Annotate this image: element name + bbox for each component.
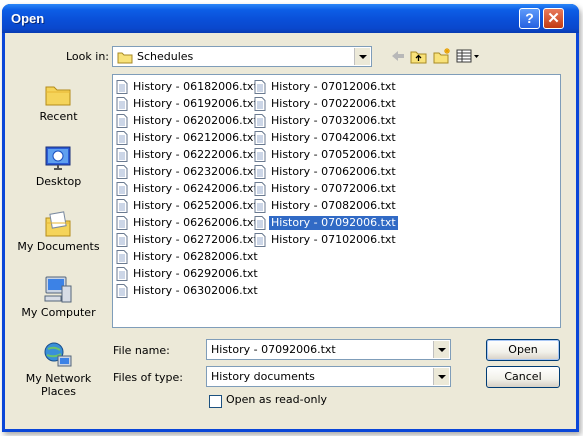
network-places-icon — [44, 342, 72, 367]
places-bar: Recent Desktop My Documents My Computer … — [13, 74, 104, 402]
text-file-icon — [254, 97, 266, 111]
text-file-icon — [116, 267, 128, 281]
look-in-dropdown-arrow[interactable] — [354, 48, 370, 65]
text-file-icon — [116, 182, 128, 196]
file-name-text: History - 07062006.txt — [271, 165, 396, 178]
desktop-icon — [45, 146, 71, 170]
place-recent[interactable]: Recent — [13, 74, 104, 136]
place-label: My Network Places — [25, 372, 92, 398]
new-folder-icon[interactable] — [432, 47, 452, 65]
dialog-body: Look in: Schedules Recent Desktop My Doc… — [5, 33, 576, 429]
file-name-value: History - 07092006.txt — [211, 343, 336, 356]
text-file-icon — [254, 148, 266, 162]
title-bar[interactable]: Open ? ✕ — [2, 4, 579, 33]
files-of-type-label: Files of type: — [113, 371, 184, 384]
my-computer-icon — [44, 276, 72, 303]
place-desktop[interactable]: Desktop — [13, 139, 104, 201]
text-file-icon — [116, 114, 128, 128]
file-name-text: History - 07022006.txt — [271, 97, 396, 110]
file-name-text: History - 06232006.txt — [133, 165, 258, 178]
file-name-text: History - 06302006.txt — [133, 284, 258, 297]
text-file-icon — [254, 182, 266, 196]
files-of-type-dropdown-arrow[interactable] — [433, 368, 449, 385]
place-my-documents[interactable]: My Documents — [13, 204, 104, 266]
look-in-label: Look in: — [66, 50, 109, 63]
text-file-icon — [254, 233, 266, 247]
text-file-icon — [254, 199, 266, 213]
file-name-text: History - 06202006.txt — [133, 114, 258, 127]
read-only-label: Open as read-only — [226, 393, 328, 406]
file-name-text: History - 06182006.txt — [133, 80, 258, 93]
dialog-title: Open — [11, 11, 45, 26]
file-name-text: History - 06222006.txt — [133, 148, 258, 161]
text-file-icon — [116, 233, 128, 247]
file-name-dropdown-arrow[interactable] — [433, 341, 449, 358]
open-dialog: Open ? ✕ Look in: Schedules Recent Deskt… — [2, 4, 579, 432]
up-folder-icon[interactable] — [409, 47, 429, 65]
file-name-text: History - 06272006.txt — [133, 233, 258, 246]
file-name-text: History - 07052006.txt — [271, 148, 396, 161]
text-file-icon — [254, 216, 266, 230]
close-button[interactable]: ✕ — [543, 8, 564, 29]
text-file-icon — [116, 199, 128, 213]
files-of-type-value: History documents — [211, 370, 315, 383]
file-name-text: History - 07032006.txt — [271, 114, 396, 127]
file-name-text: History - 06192006.txt — [133, 97, 258, 110]
file-name-text: History - 07082006.txt — [271, 199, 396, 212]
views-menu-icon[interactable] — [455, 47, 481, 65]
text-file-icon — [116, 80, 128, 94]
place-my-computer[interactable]: My Computer — [13, 270, 104, 332]
place-label: Recent — [39, 110, 78, 123]
file-name-text: History - 07072006.txt — [271, 182, 396, 195]
back-icon[interactable] — [388, 47, 408, 65]
file-name-text: History - 07012006.txt — [271, 80, 396, 93]
file-name-label: File name: — [113, 344, 170, 357]
recent-icon — [45, 86, 71, 106]
look-in-combo[interactable]: Schedules — [112, 46, 372, 67]
file-name-text: History - 07042006.txt — [271, 131, 396, 144]
help-button[interactable]: ? — [519, 8, 540, 29]
file-name-text: History - 06262006.txt — [133, 216, 258, 229]
cancel-button[interactable]: Cancel — [486, 366, 560, 388]
read-only-checkbox[interactable] — [209, 395, 222, 408]
file-name-text: History - 07102006.txt — [271, 233, 396, 246]
text-file-icon — [116, 250, 128, 264]
file-name-text: History - 06242006.txt — [133, 182, 258, 195]
folder-icon — [117, 52, 133, 64]
place-label: Desktop — [35, 175, 82, 188]
text-file-icon — [116, 165, 128, 179]
text-file-icon — [116, 216, 128, 230]
file-list[interactable]: History - 06182006.txt History - 06192006… — [112, 74, 561, 328]
text-file-icon — [254, 131, 266, 145]
my-documents-icon — [45, 211, 71, 237]
file-name-text: History - 06252006.txt — [133, 199, 258, 212]
text-file-icon — [116, 131, 128, 145]
file-name-text: History - 06292006.txt — [133, 267, 258, 280]
file-name-combo[interactable]: History - 07092006.txt — [206, 339, 451, 360]
text-file-icon — [254, 114, 266, 128]
text-file-icon — [116, 148, 128, 162]
file-name-text: History - 06282006.txt — [133, 250, 258, 263]
look-in-value: Schedules — [137, 50, 194, 63]
place-label: My Documents — [17, 240, 100, 253]
files-of-type-combo[interactable]: History documents — [206, 366, 451, 387]
text-file-icon — [254, 165, 266, 179]
open-button[interactable]: Open — [486, 339, 560, 361]
file-name-text: History - 07092006.txt — [269, 216, 398, 230]
text-file-icon — [116, 284, 128, 298]
file-name-text: History - 06212006.txt — [133, 131, 258, 144]
text-file-icon — [116, 97, 128, 111]
place-label: My Computer — [21, 306, 96, 319]
text-file-icon — [254, 80, 266, 94]
place-network[interactable]: My Network Places — [13, 336, 104, 398]
